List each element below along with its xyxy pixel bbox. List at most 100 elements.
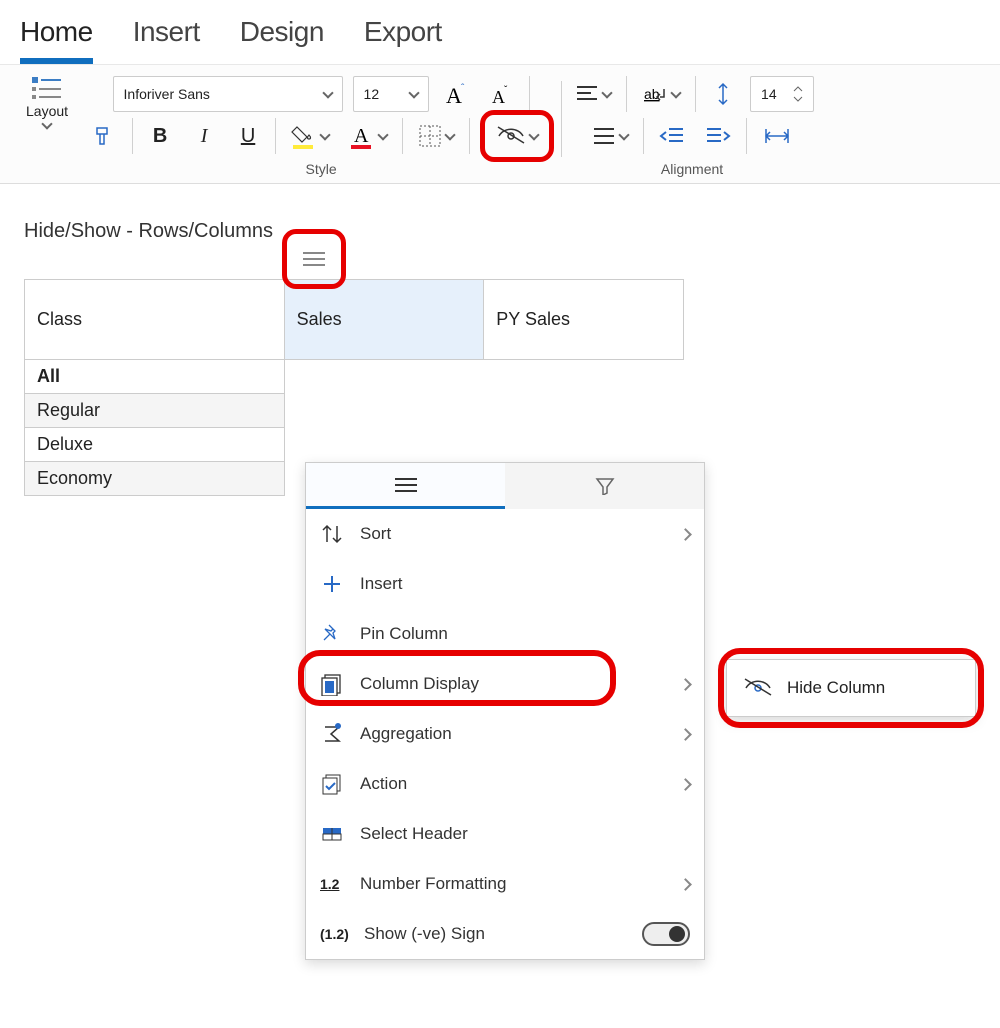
divider xyxy=(746,118,747,154)
eye-slash-icon xyxy=(496,125,526,147)
stepper-icon xyxy=(793,86,803,102)
wrap-text-button[interactable]: ab xyxy=(637,77,685,111)
divider xyxy=(275,118,276,154)
hamburger-icon xyxy=(303,251,325,267)
italic-button[interactable]: I xyxy=(187,119,221,153)
chevron-down-icon xyxy=(618,129,629,140)
menu-item-sort[interactable]: Sort xyxy=(306,509,704,559)
font-color-button[interactable]: A xyxy=(344,119,392,153)
sort-icon xyxy=(320,522,344,546)
ribbon: Layout Inforiver Sans 12 Aˆ Aˇ xyxy=(0,65,1000,184)
fill-color-button[interactable] xyxy=(286,119,334,153)
svg-text:ab: ab xyxy=(644,86,660,102)
number-format-icon: 1.2 xyxy=(320,876,344,892)
annotation-column-menu xyxy=(282,229,346,289)
line-spacing-select[interactable]: 14 xyxy=(750,76,814,112)
tab-home[interactable]: Home xyxy=(20,16,93,64)
increase-indent-icon xyxy=(705,125,731,147)
column-context-menu: Sort Insert Pin Column Column Display Ag… xyxy=(305,462,705,960)
hide-column-submenu[interactable]: Hide Column xyxy=(726,659,976,717)
decrease-indent-button[interactable] xyxy=(654,119,690,153)
chevron-right-icon xyxy=(679,528,692,541)
group-layout: Layout xyxy=(14,73,80,177)
align-left-icon xyxy=(575,83,599,105)
tab-insert[interactable]: Insert xyxy=(133,16,200,64)
menu-label: Number Formatting xyxy=(360,874,665,894)
hide-column-label: Hide Column xyxy=(787,678,885,698)
decrease-font-icon: Aˇ xyxy=(490,81,514,107)
tab-design[interactable]: Design xyxy=(240,16,324,64)
menu-tab-filter[interactable] xyxy=(505,463,704,509)
chevron-down-icon xyxy=(528,129,539,140)
menu-item-action[interactable]: Action xyxy=(306,759,704,809)
menu-label: Aggregation xyxy=(360,724,665,744)
format-painter-icon xyxy=(93,124,117,148)
layout-icon xyxy=(32,75,62,99)
decrease-font-button[interactable]: Aˇ xyxy=(485,77,519,111)
align-button[interactable] xyxy=(570,77,616,111)
column-menu-trigger[interactable] xyxy=(293,238,335,280)
layout-button[interactable]: Layout xyxy=(22,73,72,130)
table-cell[interactable]: Deluxe xyxy=(25,428,285,462)
chevron-down-icon xyxy=(601,87,612,98)
pin-icon xyxy=(320,622,344,646)
line-spacing-value: 14 xyxy=(761,86,777,102)
col-header-pysales[interactable]: PY Sales xyxy=(484,280,684,360)
increase-font-button[interactable]: Aˆ xyxy=(439,77,475,111)
group-alignment-label: Alignment xyxy=(661,161,723,177)
font-color-icon: A xyxy=(349,123,375,149)
chevron-down-icon xyxy=(377,129,388,140)
border-button[interactable] xyxy=(413,119,459,153)
group-style-label: Style xyxy=(305,161,336,177)
menu-item-select-header[interactable]: Select Header xyxy=(306,809,704,859)
bold-button[interactable]: B xyxy=(143,119,177,153)
menu-item-negative-sign[interactable]: (1.2) Show (-ve) Sign xyxy=(306,909,704,959)
increase-indent-button[interactable] xyxy=(700,119,736,153)
menu-tab-list[interactable] xyxy=(306,463,505,509)
group-alignment: ab 14 xyxy=(562,73,822,177)
chevron-down-icon xyxy=(41,118,52,129)
section-title: Hide/Show - Rows/Columns xyxy=(0,184,1000,279)
vertical-align-button[interactable] xyxy=(587,119,633,153)
underline-button[interactable]: U xyxy=(231,119,265,153)
format-painter-button[interactable] xyxy=(88,119,122,153)
chevron-down-icon xyxy=(444,129,455,140)
action-icon xyxy=(320,772,344,796)
col-header-sales[interactable]: Sales xyxy=(284,280,484,360)
menu-label: Pin Column xyxy=(360,624,690,644)
hamburger-icon xyxy=(395,477,417,493)
chevron-down-icon xyxy=(408,87,419,98)
tab-export[interactable]: Export xyxy=(364,16,442,64)
table-cell[interactable]: Regular xyxy=(25,394,285,428)
menu-item-number-format[interactable]: 1.2 Number Formatting xyxy=(306,859,704,909)
menu-item-insert[interactable]: Insert xyxy=(306,559,704,609)
divider xyxy=(529,76,530,112)
svg-text:A: A xyxy=(354,125,369,147)
menu-label: Column Display xyxy=(360,674,665,694)
column-display-icon xyxy=(320,672,344,696)
font-family-select[interactable]: Inforiver Sans xyxy=(113,76,343,112)
font-size-select[interactable]: 12 xyxy=(353,76,429,112)
hide-show-button[interactable] xyxy=(491,119,543,153)
font-family-value: Inforiver Sans xyxy=(124,86,210,102)
svg-text:ˇ: ˇ xyxy=(504,84,508,96)
negative-sign-icon: (1.2) xyxy=(320,926,348,942)
decrease-indent-icon xyxy=(659,125,685,147)
negative-sign-toggle[interactable] xyxy=(642,922,690,946)
menu-item-column-display[interactable]: Column Display xyxy=(306,659,704,709)
menu-label: Show (-ve) Sign xyxy=(364,924,626,944)
col-header-class[interactable]: Class xyxy=(25,280,285,360)
layout-label: Layout xyxy=(26,103,68,119)
filter-icon xyxy=(595,477,615,495)
aggregation-icon xyxy=(320,722,344,746)
menu-item-aggregation[interactable]: Aggregation xyxy=(306,709,704,759)
table-cell[interactable]: Economy xyxy=(25,462,285,496)
line-spacing-button[interactable] xyxy=(706,77,740,111)
menu-item-pin[interactable]: Pin Column xyxy=(306,609,704,659)
table-cell[interactable]: All xyxy=(25,360,285,394)
fit-width-button[interactable] xyxy=(757,119,797,153)
divider xyxy=(626,76,627,112)
increase-font-icon: Aˆ xyxy=(444,81,470,107)
chevron-right-icon xyxy=(679,678,692,691)
group-style: Inforiver Sans 12 Aˆ Aˇ B I U xyxy=(80,73,562,177)
